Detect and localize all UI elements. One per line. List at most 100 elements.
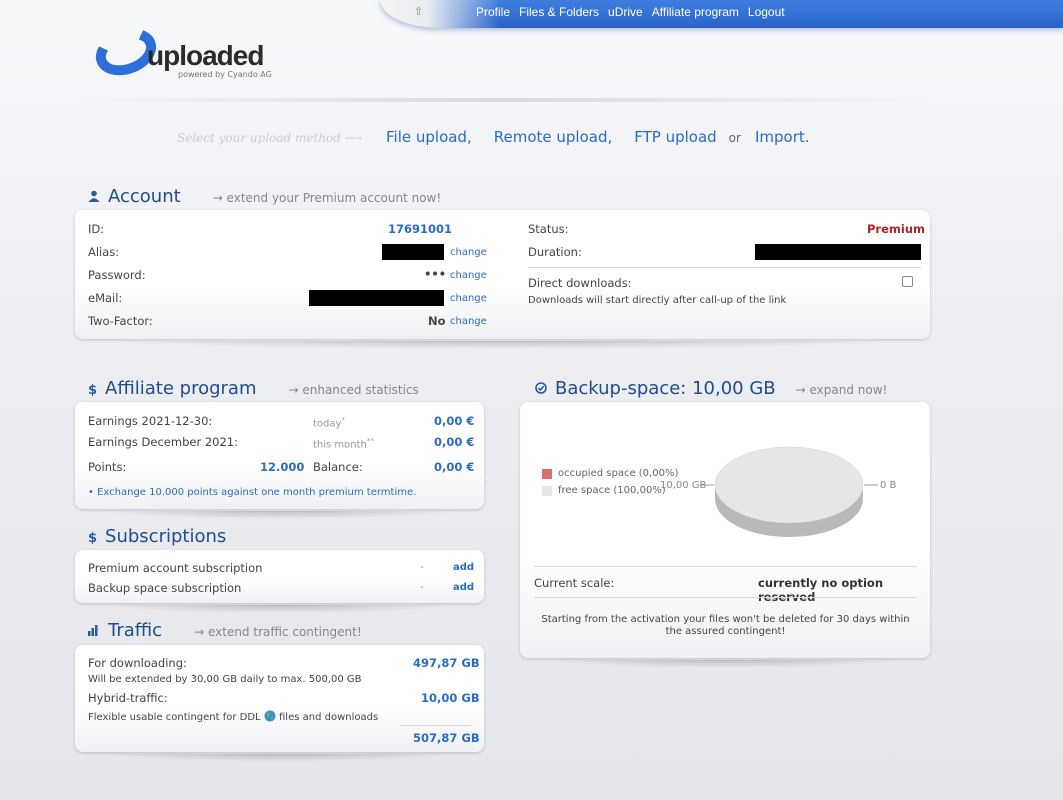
check-circle-icon — [535, 382, 547, 398]
backup-panel: occupied space (0,00%) free space (100,0… — [520, 402, 930, 668]
earnings-day-value: 0,00 € — [434, 414, 475, 428]
logo-powered-by: powered by Cyando AG — [178, 70, 272, 79]
account-heading: Account → extend your Premium account no… — [88, 186, 441, 207]
exchange-points-link[interactable]: • Exchange 10.000 points against one mon… — [88, 487, 416, 498]
upload-method-row: Select your upload method ⟶ File upload,… — [177, 128, 832, 146]
extend-traffic-link[interactable]: → extend traffic contingent! — [194, 625, 362, 639]
ftp-upload-link[interactable]: FTP upload — [634, 128, 716, 146]
premium-subscription-add[interactable]: add — [453, 562, 474, 573]
downloading-desc: Will be extended by 30,00 GB daily to ma… — [88, 674, 362, 685]
account-panel: ID: 17691001 Alias: change Password: •••… — [75, 210, 930, 349]
header-divider — [75, 98, 930, 102]
backup-subscription-label: Backup space subscription — [88, 581, 242, 595]
backup-subscription-add[interactable]: add — [453, 582, 474, 593]
home-icon[interactable]: ⇧ — [414, 5, 423, 18]
balance-value: 0,00 € — [434, 460, 475, 474]
affiliate-title: Affiliate program — [105, 378, 257, 399]
traffic-total: 507,87 GB — [413, 731, 480, 745]
nav-affiliate[interactable]: Affiliate program — [652, 5, 739, 19]
uploaded-logo[interactable]: uploaded powered by Cyando AG — [75, 20, 275, 88]
enhanced-statistics-link[interactable]: → enhanced statistics — [288, 383, 418, 397]
user-icon — [88, 190, 100, 206]
downloading-label: For downloading: — [88, 656, 187, 670]
traffic-title: Traffic — [108, 620, 163, 641]
hybrid-label: Hybrid-traffic: — [88, 691, 168, 705]
legend-free-swatch — [542, 486, 552, 496]
nav-profile[interactable]: Profile — [476, 5, 510, 19]
affiliate-panel: Earnings 2021-12-30: today* 0,00 € Earni… — [75, 402, 484, 519]
dollar-icon: $ — [88, 531, 98, 546]
affiliate-heading: $ Affiliate program → enhanced statistic… — [88, 378, 419, 399]
points-value: 12.000 — [260, 460, 305, 474]
email-label: eMail: — [88, 291, 123, 305]
upload-or: or — [728, 131, 741, 145]
twofactor-change-link[interactable]: change — [450, 316, 487, 327]
pie-slice-1 — [714, 446, 864, 524]
pie-label-left: 10,00 GB — [660, 480, 707, 491]
extend-premium-link[interactable]: → extend your Premium account now! — [213, 191, 441, 205]
current-scale-label: Current scale: — [534, 576, 615, 590]
id-label: ID: — [88, 222, 105, 236]
globe-icon — [264, 710, 276, 722]
premium-subscription-label: Premium account subscription — [88, 561, 263, 575]
file-upload-link[interactable]: File upload, — [386, 128, 472, 146]
traffic-panel: For downloading: 497,87 GB Will be exten… — [75, 645, 484, 762]
premium-subscription-dash: - — [420, 562, 424, 573]
earnings-month-value: 0,00 € — [434, 435, 475, 449]
status-label: Status: — [528, 222, 569, 236]
status-value: Premium — [867, 222, 925, 236]
traffic-heading: Traffic → extend traffic contingent! — [88, 620, 362, 641]
duration-redacted — [755, 244, 921, 260]
password-change-link[interactable]: change — [450, 270, 487, 281]
alias-redacted — [382, 244, 444, 260]
legend-free-label: free space (100,00%) — [558, 485, 666, 496]
status-divider — [528, 267, 921, 268]
backup-title: Backup-space: 10,00 GB — [555, 378, 776, 399]
current-scale-value: currently no option reserved — [758, 576, 884, 604]
dollar-icon: $ — [88, 383, 98, 398]
scale-divider — [534, 566, 917, 567]
expand-now-link[interactable]: → expand now! — [796, 383, 888, 397]
id-value: 17691001 — [388, 222, 453, 236]
legend-occupied-swatch — [542, 469, 552, 479]
subscriptions-title: Subscriptions — [105, 526, 227, 547]
email-redacted — [309, 290, 444, 306]
downloading-value: 497,87 GB — [413, 656, 480, 670]
account-title: Account — [108, 186, 181, 207]
nav-udrive[interactable]: uDrive — [608, 5, 643, 19]
direct-downloads-checkbox[interactable] — [902, 276, 913, 287]
pie-label-right: 0 B — [880, 480, 897, 491]
password-value: ••• — [424, 267, 447, 281]
upload-hint: Select your upload method ⟶ — [177, 131, 362, 145]
points-label: Points: — [88, 460, 127, 474]
traffic-total-divider — [401, 725, 471, 726]
nav-logout[interactable]: Logout — [748, 5, 785, 19]
twofactor-value: No — [428, 314, 446, 328]
twofactor-label: Two-Factor: — [88, 314, 153, 328]
backup-heading: Backup-space: 10,00 GB → expand now! — [535, 378, 887, 399]
note-divider — [534, 597, 917, 598]
earnings-day-label: Earnings 2021-12-30: — [88, 414, 213, 428]
direct-downloads-desc: Downloads will start directly after call… — [528, 295, 787, 306]
this-month-label: this month** — [313, 437, 374, 451]
bar-chart-icon — [88, 625, 100, 640]
alias-label: Alias: — [88, 245, 120, 259]
nav-files-folders[interactable]: Files & Folders — [519, 5, 599, 19]
hybrid-desc: Flexible usable contingent for DDL files… — [88, 710, 379, 723]
email-change-link[interactable]: change — [450, 293, 487, 304]
subscriptions-panel: Premium account subscription - add Backu… — [75, 550, 484, 613]
backup-note: Starting from the activation your files … — [541, 614, 910, 637]
today-label: today* — [313, 416, 345, 430]
direct-downloads-label: Direct downloads: — [528, 276, 632, 290]
password-label: Password: — [88, 268, 146, 282]
hybrid-value: 10,00 GB — [421, 691, 480, 705]
top-nav: Profile Files & Folders uDrive Affiliate… — [476, 5, 794, 19]
backup-subscription-dash: - — [420, 582, 424, 593]
duration-label: Duration: — [528, 245, 582, 259]
logo-word: uploaded — [147, 40, 264, 71]
earnings-month-label: Earnings December 2021: — [88, 435, 238, 449]
import-link[interactable]: Import. — [755, 128, 810, 146]
subscriptions-heading: $ Subscriptions — [88, 526, 258, 547]
alias-change-link[interactable]: change — [450, 247, 487, 258]
remote-upload-link[interactable]: Remote upload, — [494, 128, 613, 146]
